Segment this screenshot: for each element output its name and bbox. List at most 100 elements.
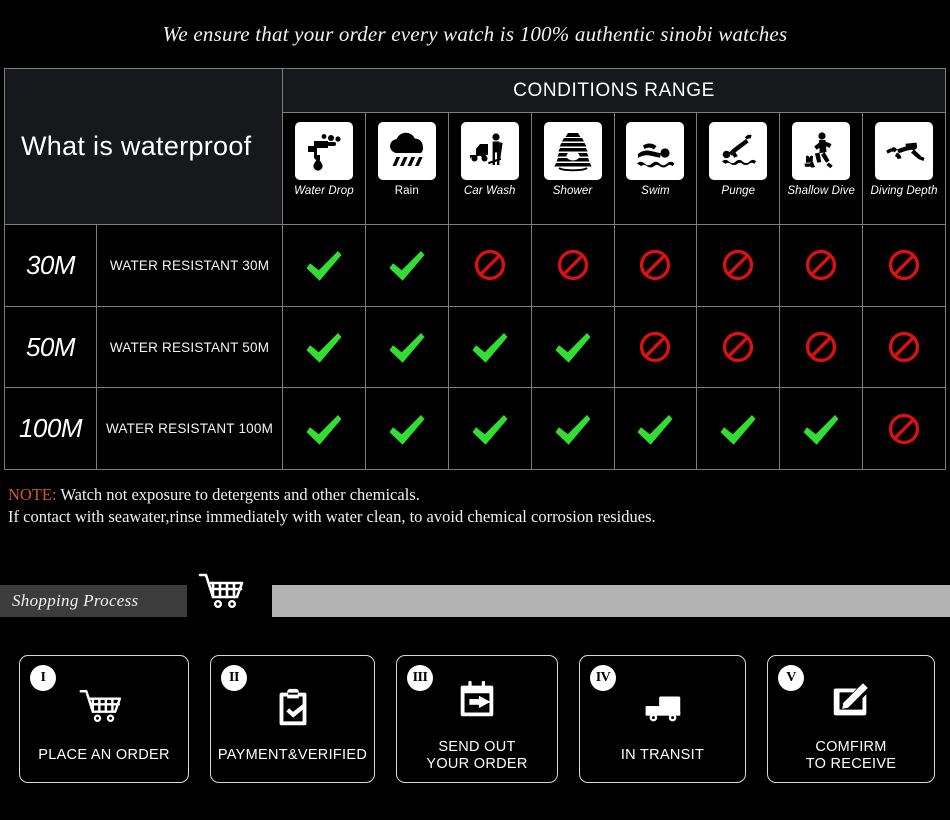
condition-label-shallow-dive: Shallow Dive — [787, 185, 856, 197]
table-row: 100M WATER RESISTANT 100M — [5, 387, 945, 470]
prohibited-icon — [888, 250, 920, 281]
step-label: COMFIRM TO RECEIVE — [800, 739, 903, 773]
description-cell: WATER RESISTANT 50M — [97, 306, 283, 388]
step-send-out-your-order[interactable]: III SEND OUT YOUR ORDER — [396, 655, 558, 783]
check-icon — [306, 414, 342, 445]
mark-cell-shower — [532, 306, 615, 388]
description-cell: WATER RESISTANT 100M — [97, 388, 283, 470]
faucet-drip-icon — [294, 122, 353, 180]
mark-cell-rain — [366, 225, 449, 306]
check-icon — [472, 333, 508, 363]
step-numeral: I — [30, 665, 56, 691]
mark-cell-swim — [615, 225, 698, 306]
condition-column-rain: Rain — [365, 113, 449, 224]
conditions-range-title: CONDITIONS RANGE — [283, 69, 945, 113]
step-label: PAYMENT&VERIFIED — [217, 747, 368, 763]
check-icon — [306, 333, 342, 363]
mark-cell-car-wash — [449, 306, 532, 388]
table-row: 30M WATER RESISTANT 30M — [5, 224, 945, 306]
shopping-process-bar: Shopping Process — [0, 573, 950, 617]
description-value: WATER RESISTANT 50M — [109, 339, 270, 355]
swimmer-icon — [626, 122, 685, 180]
car-wash-icon — [460, 122, 519, 180]
description-value: WATER RESISTANT 30M — [109, 257, 270, 273]
description-cell: WATER RESISTANT 30M — [97, 225, 283, 306]
condition-label-shower: Shower — [552, 185, 593, 197]
waterproof-title: What is waterproof — [21, 131, 252, 161]
step-confirm-to-receive[interactable]: V COMFIRM TO RECEIVE — [767, 655, 935, 783]
shallow-dive-icon — [792, 122, 851, 180]
conditions-header-group: CONDITIONS RANGE Water Drop Rain Car Was… — [283, 69, 945, 224]
mark-cell-shower — [532, 388, 615, 470]
conditions-icon-row: Water Drop Rain Car Wash Shower Swim Pun… — [283, 113, 945, 224]
condition-label-swim: Swim — [641, 185, 670, 197]
depth-value: 100M — [18, 413, 83, 444]
check-icon — [803, 414, 839, 445]
condition-column-shallow-dive: Shallow Dive — [780, 113, 864, 224]
waterproof-table-header: What is waterproof CONDITIONS RANGE Wate… — [5, 69, 945, 224]
plunge-dive-icon — [709, 122, 768, 180]
mark-cell-water-drop — [283, 225, 366, 306]
mark-cell-diving-depth — [863, 225, 945, 306]
prohibited-icon — [640, 250, 671, 281]
mark-cell-rain — [366, 306, 449, 388]
shopping-process-progress-band — [272, 585, 950, 617]
description-value: WATER RESISTANT 100M — [105, 421, 274, 437]
step-in-transit[interactable]: IV IN TRANSIT — [579, 655, 746, 783]
rain-cloud-icon — [377, 122, 436, 180]
depth-cell: 30M — [5, 225, 97, 306]
check-icon — [306, 251, 342, 282]
promo-banner-text: We ensure that your order every watch is… — [162, 21, 788, 46]
step-numeral: II — [221, 665, 247, 691]
mark-cell-rain — [366, 388, 449, 470]
prohibited-icon — [723, 331, 754, 363]
waterproof-table: What is waterproof CONDITIONS RANGE Wate… — [4, 68, 946, 470]
delivery-truck-icon — [640, 682, 686, 734]
mark-cell-swim — [615, 306, 698, 388]
prohibited-icon — [723, 250, 754, 281]
note-line-1-text: Watch not exposure to detergents and oth… — [56, 485, 420, 504]
mark-cell-punge — [697, 388, 781, 470]
shopping-cart-icon — [196, 569, 254, 617]
mark-cell-punge — [697, 225, 781, 306]
depth-cell: 100M — [5, 388, 97, 470]
scuba-diver-icon — [875, 122, 934, 180]
shopping-process-steps: I PLACE AN ORDER II PAYMENT&VERIFIED III… — [0, 655, 950, 785]
prohibited-icon — [474, 250, 505, 281]
check-icon — [472, 414, 508, 445]
edit-box-pencil-icon — [828, 674, 874, 726]
condition-column-car-wash: Car Wash — [448, 113, 532, 224]
step-label: PLACE AN ORDER — [38, 747, 170, 763]
depth-value: 30M — [25, 249, 76, 280]
shopping-cart-icon — [77, 682, 131, 734]
mark-cell-diving-depth — [863, 307, 945, 388]
step-label-line1: SEND OUT — [438, 738, 516, 755]
prohibited-icon — [888, 413, 920, 444]
shopping-process-label-band: Shopping Process — [0, 585, 187, 617]
prohibited-icon — [806, 331, 837, 363]
mark-cell-shower — [532, 225, 615, 306]
note-line-2: If contact with seawater,rinse immediate… — [8, 507, 656, 526]
depth-value: 50M — [25, 331, 76, 362]
step-label: IN TRANSIT — [620, 747, 705, 763]
mark-cell-diving-depth — [863, 388, 945, 469]
step-payment-verified[interactable]: II PAYMENT&VERIFIED — [210, 655, 375, 783]
mark-cell-swim — [615, 388, 698, 470]
step-label-line2: YOUR ORDER — [426, 755, 528, 772]
check-icon — [555, 333, 591, 363]
mark-cell-punge — [697, 306, 781, 388]
step-numeral: IV — [590, 665, 616, 691]
condition-column-shower: Shower — [531, 113, 615, 224]
shopping-process-label: Shopping Process — [12, 591, 139, 610]
mark-cell-car-wash — [449, 225, 532, 306]
condition-column-swim: Swim — [614, 113, 698, 224]
condition-label-water-drop: Water Drop — [294, 185, 354, 197]
note-block: NOTE: Watch not exposure to detergents a… — [8, 484, 656, 528]
promo-banner: We ensure that your order every watch is… — [0, 0, 950, 68]
condition-column-punge: Punge — [697, 113, 781, 224]
prohibited-icon — [888, 331, 920, 363]
check-icon — [389, 333, 425, 363]
step-place-an-order[interactable]: I PLACE AN ORDER — [19, 655, 189, 783]
shower-icon — [543, 122, 602, 180]
note-tag: NOTE: — [8, 485, 57, 504]
